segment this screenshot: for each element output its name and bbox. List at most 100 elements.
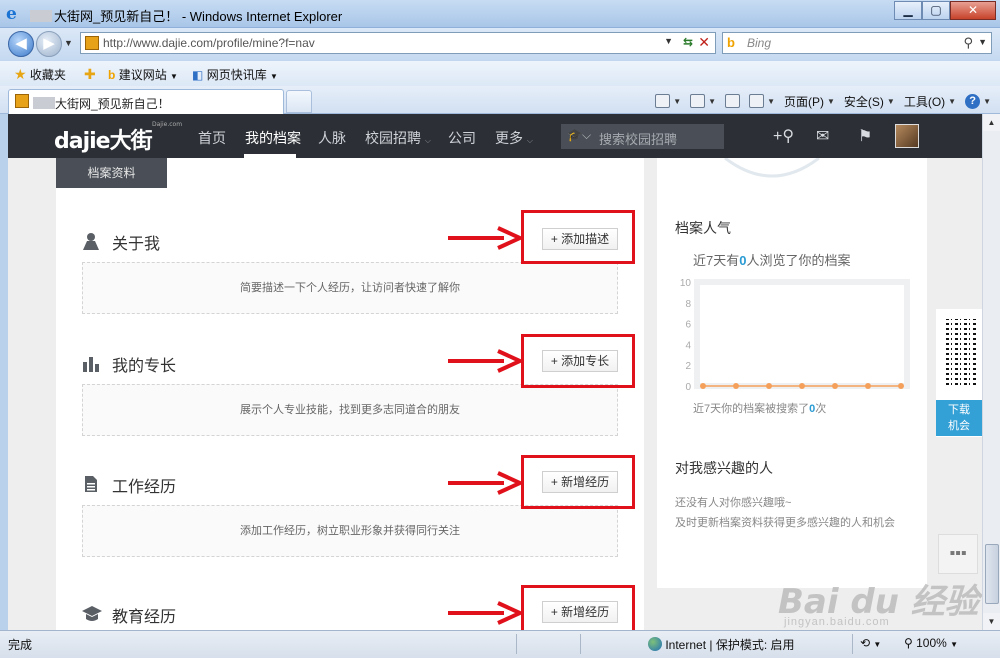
- section-hint: 添加工作经历，树立职业形象并获得同行关注: [82, 505, 618, 557]
- sidebar-card: 档案人气 近7天有0人浏览了你的档案 10 8 6 4 2 0 近7天你的档案被搜索了0次…: [657, 158, 927, 588]
- nav-my-profile[interactable]: 我的档案: [245, 128, 301, 148]
- suggested-sites-label: 建议网站: [118, 68, 167, 82]
- add-favorite-icon[interactable]: ✚: [84, 66, 96, 83]
- zoom-level: 100%: [916, 636, 947, 650]
- bar-chart-icon: [82, 354, 100, 372]
- nav-home[interactable]: 首页: [198, 128, 226, 148]
- tab-profile-info[interactable]: 档案资料: [56, 158, 167, 188]
- url-dropdown-icon[interactable]: ▼: [664, 36, 673, 46]
- site-search-input[interactable]: 🎓⌵ 搜索校园招聘: [561, 124, 724, 149]
- avatar-ring-decoration: [724, 158, 820, 178]
- download-line1: 下载: [948, 404, 970, 416]
- tools-menu[interactable]: 工具(O) ▼: [904, 93, 956, 110]
- popularity-chart: 10 8 6 4 2 0: [680, 278, 910, 393]
- data-point: [733, 383, 739, 389]
- safety-menu-label: 安全(S): [843, 94, 884, 109]
- safety-menu[interactable]: 安全(S) ▼: [844, 93, 895, 110]
- searches-prefix: 近7天你的档案被搜索了: [693, 403, 810, 415]
- nav-connections[interactable]: 人脉: [318, 128, 346, 148]
- mail-icon[interactable]: ✉: [816, 126, 829, 146]
- flag-icon[interactable]: ⚑: [858, 126, 872, 146]
- nav-more[interactable]: 更多 ⌵: [495, 128, 533, 148]
- maximize-button[interactable]: ▢: [922, 1, 950, 20]
- tab-label: 大街网_预见新自己！: [33, 95, 170, 112]
- suggested-sites-button[interactable]: b 建议网站 ▼: [108, 66, 178, 83]
- page-menu[interactable]: 页面(P) ▼: [784, 93, 835, 110]
- section-title: 工作经历: [112, 479, 177, 496]
- logo-text: dajie大街: [54, 129, 153, 154]
- browser-tab[interactable]: 大街网_预见新自己！: [8, 89, 284, 114]
- graduation-cap-icon: [82, 605, 102, 623]
- red-arrow-icon: [448, 601, 522, 625]
- search-box[interactable]: b Bing ⚲ ▼: [722, 32, 992, 54]
- nav-campus-recruiting[interactable]: 校园招聘 ⌵: [365, 128, 431, 148]
- tab-favicon-icon: [15, 94, 29, 108]
- searches-summary: 近7天你的档案被搜索了0次: [693, 400, 826, 416]
- site-nav: dajie大街 Dajie.com 首页 我的档案 人脉 校园招聘 ⌵ 公司 更多…: [8, 114, 982, 158]
- window-title-text: 大街网_预见新自己！ - Windows Internet Explorer: [54, 9, 343, 24]
- status-text: 完成: [8, 638, 33, 652]
- watermark-url: jingyan.baidu.com: [784, 616, 890, 628]
- highlight-box: [521, 210, 635, 264]
- url-text[interactable]: http://www.dajie.com/profile/mine?f=nav: [103, 36, 315, 50]
- minimize-button[interactable]: ▁: [894, 1, 922, 20]
- protected-mode-icon[interactable]: ⟲ ▼: [860, 636, 881, 650]
- forward-button[interactable]: ▶: [36, 31, 62, 57]
- url-field[interactable]: http://www.dajie.com/profile/mine?f=nav …: [80, 32, 716, 54]
- feeds-button[interactable]: ▼: [690, 94, 716, 108]
- scroll-up-icon[interactable]: ▲: [983, 114, 1000, 131]
- data-point: [865, 383, 871, 389]
- favorites-bar: ★ 收藏夹 ✚ b 建议网站 ▼ ◧ 网页快讯库 ▼: [0, 60, 1000, 86]
- web-slice-button[interactable]: ◧ 网页快讯库 ▼: [192, 66, 278, 83]
- mail-icon: [725, 94, 741, 108]
- refresh-icon[interactable]: ⇆: [683, 35, 693, 49]
- avatar[interactable]: [895, 124, 919, 148]
- zoom-control[interactable]: ⚲ 100% ▼: [904, 636, 958, 650]
- interested-tip-text: 及时更新档案资料获得更多感兴趣的人和机会: [675, 517, 895, 529]
- close-button[interactable]: ✕: [950, 1, 996, 20]
- scroll-thumb[interactable]: [985, 544, 999, 604]
- download-app-button[interactable]: 下载 机会: [936, 400, 982, 436]
- stop-icon[interactable]: ✕: [698, 34, 710, 51]
- qr-code-icon: [946, 319, 976, 385]
- security-zone[interactable]: Internet | 保护模式: 启用: [648, 636, 795, 653]
- home-icon: [655, 94, 671, 108]
- mail-button[interactable]: [725, 94, 741, 108]
- vertical-scrollbar[interactable]: ▲ ▼: [982, 114, 1000, 630]
- search-dropdown-icon[interactable]: ▼: [978, 37, 987, 47]
- search-icon[interactable]: ⚲: [963, 35, 973, 51]
- help-menu[interactable]: ? ▼: [965, 93, 991, 109]
- history-dropdown-icon[interactable]: ▼: [64, 38, 73, 48]
- download-line2: 机会: [948, 420, 970, 432]
- tools-menu-label: 工具(O): [903, 94, 946, 109]
- dajie-logo[interactable]: dajie大街 Dajie.com: [54, 121, 182, 155]
- print-button[interactable]: ▼: [749, 94, 775, 108]
- redacted-blur: [30, 10, 52, 22]
- graduation-cap-icon: 🎓⌵: [567, 128, 592, 142]
- scroll-down-icon[interactable]: ▼: [983, 613, 1000, 630]
- home-button[interactable]: ▼: [655, 94, 681, 108]
- window-title: 大街网_预见新自己！ - Windows Internet Explorer: [30, 6, 342, 25]
- nav-companies[interactable]: 公司: [448, 128, 476, 148]
- y-tick-label: 10: [680, 278, 692, 289]
- popularity-title: 档案人气: [675, 220, 731, 236]
- add-contact-icon[interactable]: +⚲: [773, 126, 794, 146]
- section-title: 教育经历: [112, 609, 177, 626]
- chat-icon[interactable]: ▪▪▪: [938, 534, 978, 574]
- highlight-box: [521, 334, 635, 388]
- red-arrow-icon: [448, 471, 522, 495]
- search-placeholder[interactable]: Bing: [747, 36, 771, 50]
- site-search-placeholder: 搜索校园招聘: [599, 132, 678, 147]
- chevron-down-icon: ▼: [673, 96, 682, 106]
- new-tab-button[interactable]: [286, 90, 312, 113]
- searches-suffix: 次: [815, 403, 827, 415]
- divider: [580, 634, 581, 654]
- globe-icon: [648, 637, 662, 651]
- command-bar: ▼ ▼ ▼ 页面(P) ▼ 安全(S) ▼ 工具(O) ▼ ? ▼: [655, 90, 1000, 112]
- window-controls: ▁ ▢ ✕: [894, 1, 996, 20]
- y-tick-label: 8: [685, 299, 691, 310]
- section-title: 关于我: [112, 236, 161, 253]
- favorites-button[interactable]: ★ 收藏夹: [14, 66, 66, 83]
- chevron-down-icon: ▼: [826, 96, 835, 106]
- back-button[interactable]: ◀: [8, 31, 34, 57]
